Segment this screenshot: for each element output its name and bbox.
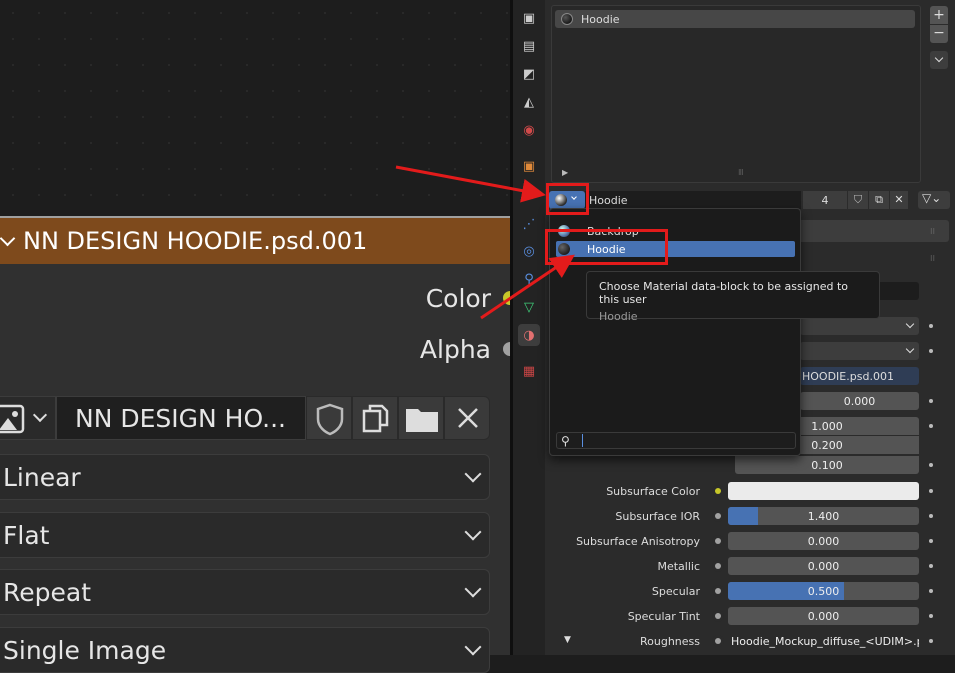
annotation-arrows: [395, 165, 575, 320]
annotation-arrow-1: [395, 165, 546, 203]
annotation-arrow-2: [480, 254, 575, 320]
